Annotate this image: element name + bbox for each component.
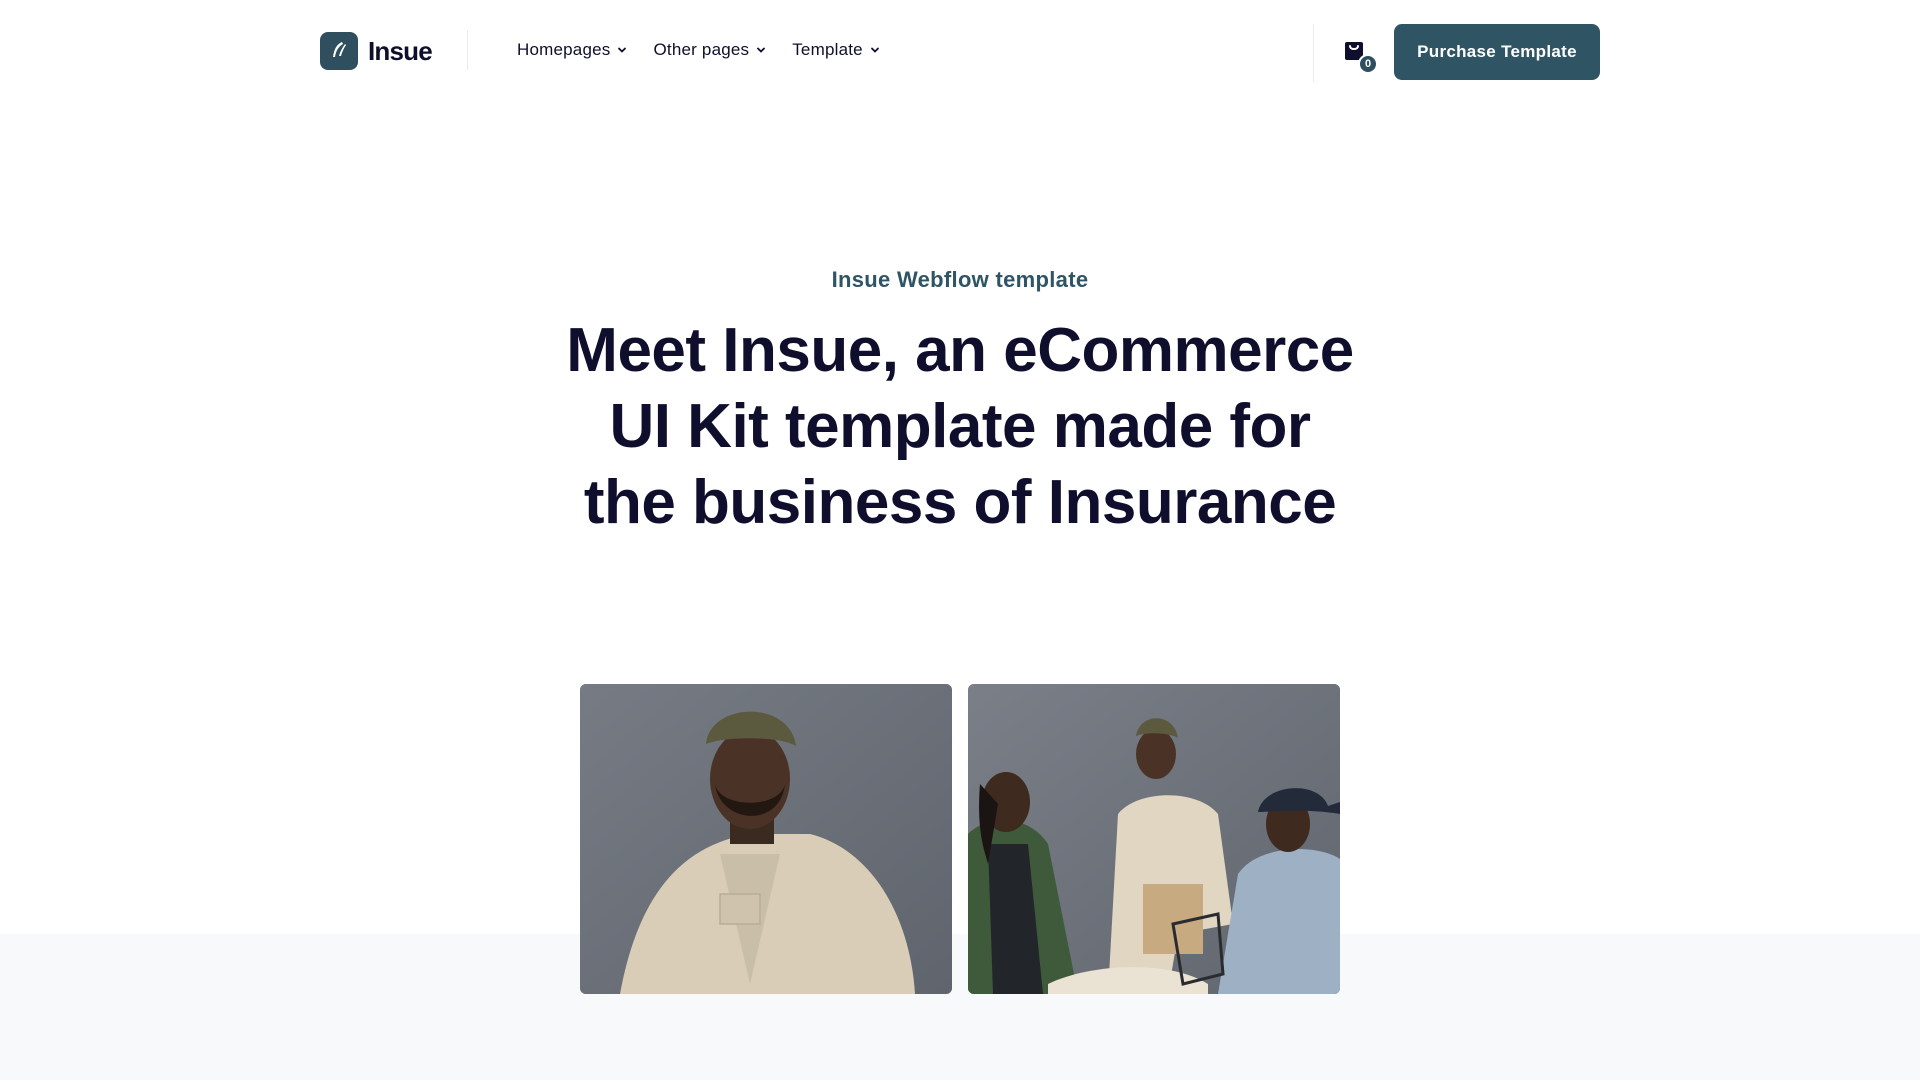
- header-divider: [1313, 24, 1314, 82]
- section-background-band: [0, 934, 1920, 1080]
- nav-item-label: Other pages: [653, 40, 750, 59]
- man-in-beanie-portrait-image: [580, 684, 952, 994]
- chevron-down-icon: [618, 47, 627, 53]
- hero-eyebrow: Insue Webflow template: [831, 267, 1089, 292]
- main-nav: Homepages Other pages Template: [517, 40, 880, 60]
- nav-item-label: Homepages: [517, 40, 611, 59]
- nav-item-other-pages[interactable]: Other pages: [653, 40, 766, 60]
- logo-link[interactable]: Insue: [320, 32, 433, 70]
- nav-item-label: Template: [792, 40, 863, 59]
- nav-item-homepages[interactable]: Homepages: [517, 40, 627, 60]
- purchase-template-button[interactable]: Purchase Template: [1394, 24, 1600, 80]
- header-divider: [467, 30, 468, 70]
- logo-text: Insue: [368, 35, 433, 66]
- cart-count-badge: 0: [1358, 54, 1378, 74]
- three-men-group-image: [968, 684, 1340, 994]
- chevron-down-icon: [757, 47, 766, 53]
- cart-button[interactable]: 0: [1341, 38, 1381, 74]
- hero-headline: Meet Insue, an eCommerce UI Kit template…: [566, 316, 1354, 537]
- site-header: Insue Homepages Other pages Template 0 P…: [0, 0, 1920, 104]
- chevron-down-icon: [870, 47, 879, 53]
- feather-logo-icon: [320, 32, 358, 70]
- nav-item-template[interactable]: Template: [792, 40, 880, 60]
